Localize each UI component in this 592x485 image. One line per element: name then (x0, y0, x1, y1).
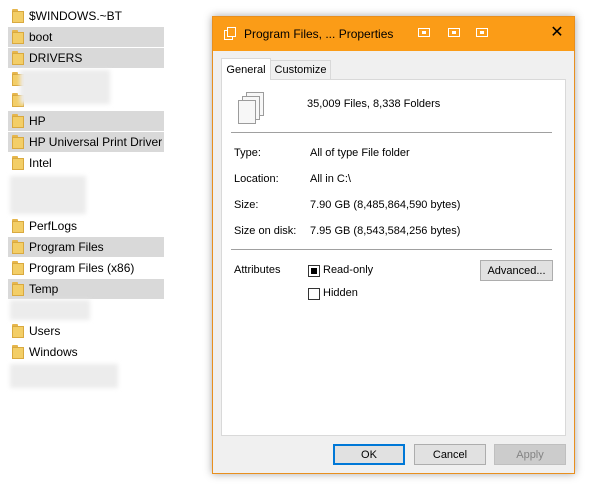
apply-button[interactable]: Apply (494, 444, 566, 465)
folder-label: boot (29, 30, 53, 44)
multiple-files-icon (238, 92, 268, 126)
folder-icon (12, 156, 24, 170)
list-item[interactable]: PerfLogs (8, 216, 164, 236)
tab-customize[interactable]: Customize (271, 60, 331, 80)
tab-label: Customize (274, 64, 327, 76)
apply-button-label: Apply (516, 448, 544, 461)
folder-icon (12, 282, 24, 296)
type-label: Type: (234, 147, 261, 159)
folder-label: $WINDOWS.~BT (29, 9, 123, 23)
list-item[interactable]: $WINDOWS.~BT (8, 6, 164, 26)
cancel-button-label: Cancel (432, 448, 468, 461)
folder-label: Program Files (x86) (29, 261, 135, 275)
folder-icon (12, 324, 24, 338)
list-item[interactable]: Temp (8, 279, 164, 299)
size-label: Size: (234, 199, 259, 211)
remote-display-icon[interactable] (447, 28, 461, 39)
list-item[interactable]: HP (8, 111, 164, 131)
ok-button-label: OK (361, 448, 377, 461)
size-on-disk-value: 7.95 GB (8,543,584,256 bytes) (310, 225, 461, 237)
list-item[interactable]: Windows (8, 342, 164, 362)
hidden-checkbox[interactable] (308, 288, 320, 300)
redacted-region (10, 176, 86, 214)
folder-icon (12, 240, 24, 254)
file-count-summary: 35,009 Files, 8,338 Folders (307, 98, 441, 110)
general-panel: 35,009 Files, 8,338 Folders Type: All of… (221, 79, 566, 436)
folder-icon (12, 9, 24, 23)
folder-label: DRIVERS (29, 51, 83, 65)
folder-label: Intel (29, 156, 52, 170)
divider (231, 249, 552, 250)
list-item[interactable]: Program Files (x86) (8, 258, 164, 278)
readonly-label: Read-only (323, 264, 374, 276)
window-pin-icon[interactable] (475, 28, 489, 39)
properties-dialog: Program Files, ... Properties ✕ General … (212, 16, 575, 474)
attributes-label: Attributes (234, 264, 281, 276)
folder-list: $WINDOWS.~BT boot DRIVERS HP HP Universa… (0, 0, 210, 485)
folder-icon (12, 135, 24, 149)
readonly-checkbox[interactable] (308, 265, 320, 277)
redacted-region (10, 300, 90, 320)
advanced-button-label: Advanced... (487, 264, 546, 277)
folder-icon (12, 345, 24, 359)
advanced-button[interactable]: Advanced... (480, 260, 553, 281)
type-value: All of type File folder (310, 147, 410, 159)
list-item[interactable]: boot (8, 27, 164, 47)
multiple-files-icon (224, 27, 237, 40)
folder-icon (12, 51, 24, 65)
folder-label: HP Universal Print Driver (29, 135, 163, 149)
folder-label: Program Files (29, 240, 104, 254)
list-item[interactable]: Program Files (8, 237, 164, 257)
divider (231, 132, 552, 133)
list-item[interactable]: HP Universal Print Driver (8, 132, 164, 152)
dialog-title: Program Files, ... Properties (244, 27, 394, 41)
location-label: Location: (234, 173, 279, 185)
display-icon[interactable] (417, 28, 431, 39)
list-item[interactable]: Intel (8, 153, 164, 173)
redacted-region (10, 364, 118, 388)
folder-label: PerfLogs (29, 219, 78, 233)
folder-label: Windows (29, 345, 78, 359)
size-value: 7.90 GB (8,485,864,590 bytes) (310, 199, 461, 211)
list-item[interactable]: Users (8, 321, 164, 341)
size-on-disk-label: Size on disk: (234, 225, 297, 237)
close-icon[interactable]: ✕ (550, 25, 564, 41)
redacted-region (20, 70, 110, 104)
list-item[interactable]: DRIVERS (8, 48, 164, 68)
tab-general[interactable]: General (221, 58, 271, 80)
folder-icon (12, 219, 24, 233)
cancel-button[interactable]: Cancel (414, 444, 486, 465)
folder-label: Users (29, 324, 61, 338)
hidden-label: Hidden (323, 287, 358, 299)
folder-icon (12, 30, 24, 44)
location-value: All in C:\ (310, 173, 351, 185)
title-bar[interactable]: Program Files, ... Properties ✕ (213, 17, 574, 51)
folder-icon (12, 261, 24, 275)
folder-icon (12, 114, 24, 128)
folder-label: Temp (29, 282, 59, 296)
folder-label: HP (29, 114, 46, 128)
ok-button[interactable]: OK (333, 444, 405, 465)
tab-label: General (226, 63, 266, 76)
